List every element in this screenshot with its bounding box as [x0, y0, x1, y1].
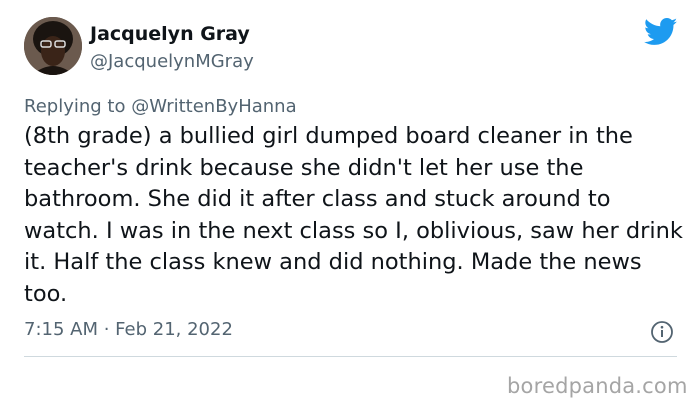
twitter-bird-icon[interactable] [643, 18, 678, 46]
tweet-timestamp[interactable]: 7:15 AM · Feb 21, 2022 [24, 319, 233, 340]
replying-to-label: Replying to [24, 96, 126, 117]
watermark: boredpanda.com [507, 374, 688, 398]
info-icon[interactable] [650, 320, 674, 344]
reply-mention-link[interactable]: @WrittenByHanna [131, 96, 296, 117]
divider [24, 356, 677, 357]
avatar[interactable] [24, 17, 82, 75]
author-handle[interactable]: @JacquelynMGray [90, 51, 254, 72]
tweet-text: (8th grade) a bullied girl dumped board … [24, 123, 683, 307]
replying-to: Replying to @WrittenByHanna [24, 96, 297, 117]
author-name[interactable]: Jacquelyn Gray [90, 23, 250, 45]
